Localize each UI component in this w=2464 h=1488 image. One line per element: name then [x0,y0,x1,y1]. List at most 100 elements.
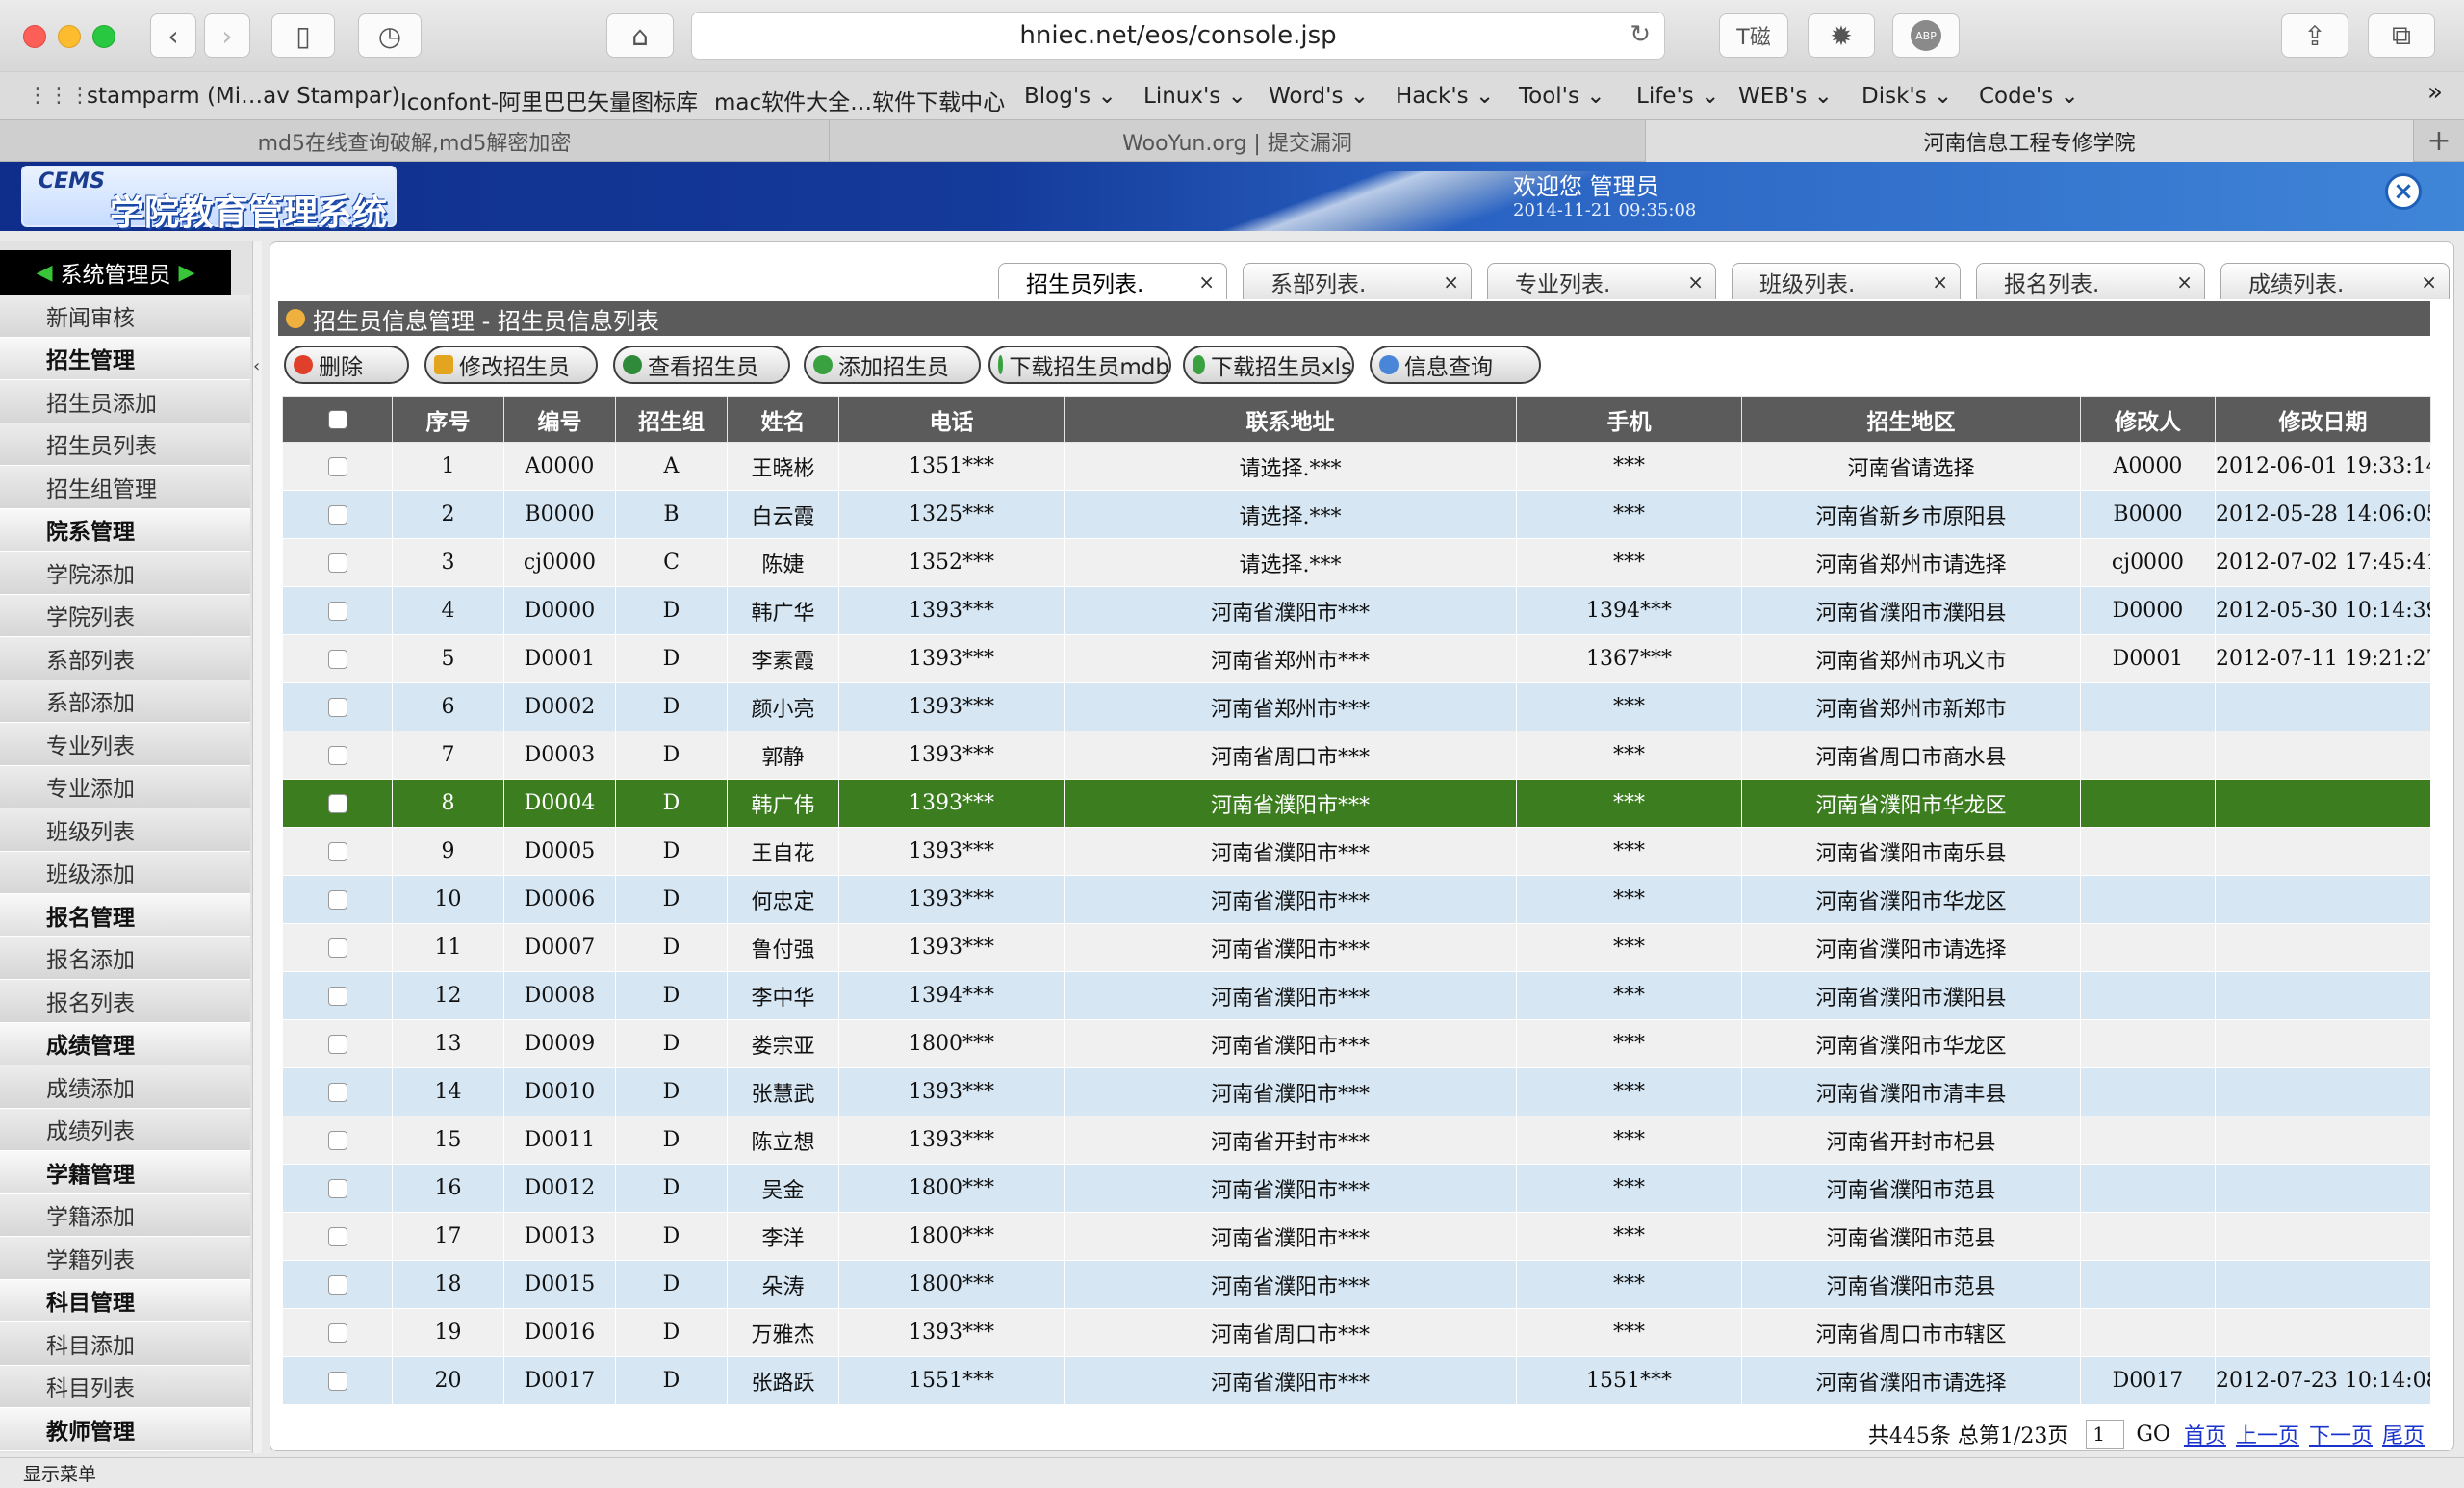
sidebar-item-major-list[interactable]: 专业列表 [0,723,250,766]
row-checkbox[interactable] [327,1083,347,1102]
table-row[interactable]: 4 D0000 D 韩广华 1393*** 河南省濮阳市*** 1394*** 河南省濮阳市濮… [282,586,2431,635]
sidebar-category-student-records[interactable]: 学籍管理 [0,1151,250,1194]
extension-button[interactable]: ✹ [1808,13,1875,58]
row-checkbox[interactable] [327,987,347,1006]
column-header[interactable]: 招生地区 [1741,396,2081,443]
back-button[interactable]: ‹ [150,13,196,58]
row-checkbox[interactable] [327,1372,347,1391]
row-checkbox[interactable] [327,1323,347,1343]
tab-major-list[interactable]: 专业列表. × [1487,263,1716,299]
go-button[interactable]: GO [2136,1423,2170,1447]
table-row[interactable]: 17 D0013 D 李洋 1800*** 河南省濮阳市*** *** 河南省濮阳市范县 [282,1212,2431,1261]
row-checkbox[interactable] [327,1275,347,1295]
sidebar-item-major-add[interactable]: 专业添加 [0,765,250,808]
new-tab-button[interactable]: + [2414,120,2464,162]
bookmark-folder[interactable]: Disk's ⌄ [1861,84,1952,109]
row-checkbox[interactable] [327,746,347,765]
sidebar-category-grades[interactable]: 成绩管理 [0,1022,250,1065]
close-icon[interactable]: × [2176,270,2193,294]
sidebar-item-recruiter-list[interactable]: 招生员列表 [0,423,250,466]
sidebar-item-dept-add[interactable]: 系部添加 [0,680,250,723]
sidebar-item-college-list[interactable]: 学院列表 [0,594,250,637]
table-row[interactable]: 19 D0016 D 万雅杰 1393*** 河南省周口市*** *** 河南省周口市市辖区 [282,1308,2431,1357]
table-row[interactable]: 16 D0012 D 吴金 1800*** 河南省濮阳市*** *** 河南省濮阳市范县 [282,1164,2431,1213]
row-checkbox[interactable] [327,842,347,861]
edit-recruiter-button[interactable]: 修改招生员 [424,346,598,384]
bookmark-folder[interactable]: Code's ⌄ [1979,84,2079,109]
sidebar-splitter[interactable]: ‹ [252,241,262,1453]
bookmark-folder[interactable]: Hack's ⌄ [1396,84,1494,109]
bookmark-folder[interactable]: WEB's ⌄ [1738,84,1833,109]
table-row[interactable]: 13 D0009 D 娄宗亚 1800*** 河南省濮阳市*** *** 河南省濮阳市华龙区 [282,1019,2431,1068]
bookmark-folder[interactable]: Blog's ⌄ [1024,84,1116,109]
row-checkbox[interactable] [327,553,347,573]
table-row[interactable]: 2 B0000 B 白云霞 1325*** 请选择.*** *** 河南省新乡市原阳县 B000… [282,490,2431,539]
table-row[interactable]: 15 D0011 D 陈立想 1393*** 河南省开封市*** *** 河南省开封市杞县 [282,1116,2431,1165]
column-header[interactable]: 手机 [1516,396,1742,443]
sidebar-item-subject-add[interactable]: 科目添加 [0,1322,250,1366]
table-row[interactable]: 11 D0007 D 鲁付强 1393*** 河南省濮阳市*** *** 河南省濮阳市请选择 [282,923,2431,972]
tab-class-list[interactable]: 班级列表. × [1732,263,1961,299]
home-button[interactable]: ⌂ [606,13,674,58]
bookmark-folder[interactable]: Linux's ⌄ [1143,84,1246,109]
row-checkbox[interactable] [327,794,347,813]
tab-grade-list[interactable]: 成绩列表. × [2220,263,2450,299]
sidebar-item-news-review[interactable]: 新闻审核 [0,295,250,338]
info-search-button[interactable]: 信息查询 [1370,346,1541,384]
table-row[interactable]: 8 D0004 D 韩广伟 1393*** 河南省濮阳市*** *** 河南省濮阳市华龙区 [282,779,2431,828]
bookmark-folder[interactable]: Word's ⌄ [1269,84,1369,109]
row-checkbox[interactable] [327,457,347,476]
first-page-link[interactable]: 首页 [2184,1419,2226,1450]
column-header[interactable]: 联系地址 [1064,396,1517,443]
table-row[interactable]: 18 D0015 D 朵涛 1800*** 河南省濮阳市*** *** 河南省濮阳市范县 [282,1260,2431,1309]
bookmarks-more-button[interactable]: » [2427,78,2443,107]
bookmark-folder[interactable]: Life's ⌄ [1636,84,1719,109]
row-checkbox[interactable] [327,1131,347,1150]
tab-recruiter-list[interactable]: 招生员列表. × [998,263,1227,299]
sidebar-category-teachers[interactable]: 教师管理 [0,1408,250,1451]
table-row[interactable]: 5 D0001 D 李素霞 1393*** 河南省郑州市*** 1367*** 河南省郑州市巩… [282,634,2431,683]
sidebar-category-subjects[interactable]: 科目管理 [0,1279,250,1322]
row-checkbox[interactable] [327,1035,347,1054]
sidebar-toggle-button[interactable]: ▯ [271,13,335,58]
column-header[interactable]: 编号 [503,396,616,443]
bookmark-item[interactable]: mac软件大全…软件下载中心 [714,84,1005,116]
download-xls-button[interactable]: 下载招生员xls [1183,346,1354,384]
prev-page-link[interactable]: 上一页 [2236,1419,2299,1450]
sidebar-item-registration-add[interactable]: 报名添加 [0,936,250,980]
sidebar-item-class-add[interactable]: 班级添加 [0,851,250,894]
chevron-left-icon[interactable]: ‹ [253,356,260,376]
sidebar-item-group-manage[interactable]: 招生组管理 [0,466,250,509]
add-recruiter-button[interactable]: 添加招生员 [804,346,981,384]
forward-button[interactable]: › [204,13,250,58]
zoom-window-button[interactable] [92,25,116,48]
sidebar-item-grade-add[interactable]: 成绩添加 [0,1065,250,1109]
row-checkbox[interactable] [327,938,347,958]
sidebar-item-record-add[interactable]: 学籍添加 [0,1193,250,1237]
sidebar-item-record-list[interactable]: 学籍列表 [0,1237,250,1280]
close-icon[interactable]: × [1687,270,1704,294]
bookmarks-grid-icon[interactable]: ⋮⋮⋮ [27,84,90,108]
sidebar-header[interactable]: ◀ 系统管理员 ▶ [0,250,231,295]
tab-dept-list[interactable]: 系部列表. × [1243,263,1472,299]
browser-tab[interactable]: md5在线查询破解,md5解密加密 [0,120,830,162]
column-header[interactable]: 修改人 [2080,396,2216,443]
row-checkbox[interactable] [327,505,347,525]
show-tabs-button[interactable]: ⧉ [2368,13,2435,58]
next-page-link[interactable]: 下一页 [2309,1419,2373,1450]
sidebar-category-enrollment[interactable]: 招生管理 [0,337,250,380]
sidebar-item-registration-list[interactable]: 报名列表 [0,980,250,1023]
table-row[interactable]: 20 D0017 D 张路跃 1551*** 河南省濮阳市*** 1551*** 河南省濮阳市… [282,1356,2431,1405]
close-icon[interactable]: × [1198,270,1215,294]
sidebar-item-dept-list[interactable]: 系部列表 [0,637,250,680]
row-checkbox[interactable] [327,890,347,910]
sidebar-item-class-list[interactable]: 班级列表 [0,808,250,852]
browser-tab-active[interactable]: 河南信息工程专修学院 [1646,120,2414,162]
close-icon[interactable]: × [1443,270,1459,294]
logout-close-button[interactable]: × [2385,173,2422,210]
adblock-button[interactable]: ABP [1892,13,1960,58]
column-header[interactable]: 招生组 [615,396,728,443]
sidebar-item-grade-list[interactable]: 成绩列表 [0,1108,250,1151]
sidebar-item-subject-list[interactable]: 科目列表 [0,1365,250,1408]
address-bar[interactable]: hniec.net/eos/console.jsp ↻ [691,12,1665,60]
